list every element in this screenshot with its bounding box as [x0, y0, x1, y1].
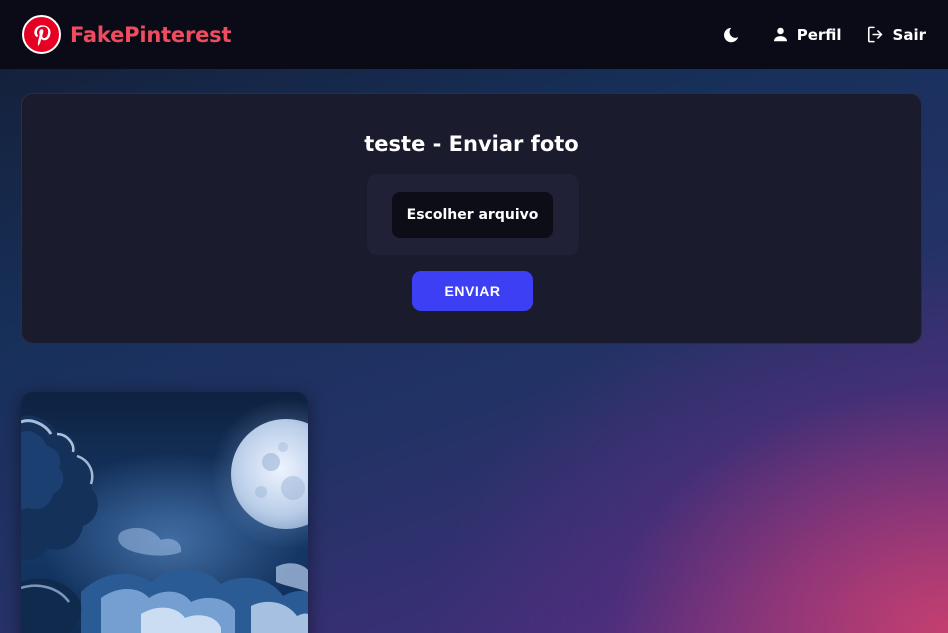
moon-night-photo [21, 392, 308, 633]
logout-link[interactable]: Sair [866, 25, 926, 44]
choose-file-button[interactable]: Escolher arquivo [392, 192, 553, 238]
upload-title: teste - Enviar foto [364, 132, 579, 156]
logout-icon [867, 26, 882, 43]
navbar: FakePinterest Perfil Sair [0, 0, 948, 69]
user-icon [773, 27, 787, 42]
brand-link[interactable]: FakePinterest [22, 15, 231, 54]
nav-actions: Perfil Sair [722, 25, 926, 44]
moon-icon[interactable] [722, 26, 740, 44]
profile-label: Perfil [796, 25, 842, 44]
file-input-container: Escolher arquivo [367, 174, 579, 255]
upload-form-card: teste - Enviar foto Escolher arquivo ENV… [21, 93, 922, 344]
pinterest-logo-icon [22, 15, 61, 54]
brand-name: FakePinterest [70, 22, 232, 47]
photo-card[interactable] [21, 392, 308, 633]
submit-button[interactable]: ENVIAR [412, 271, 533, 311]
logout-label: Sair [892, 25, 926, 44]
profile-link[interactable]: Perfil [772, 26, 842, 44]
